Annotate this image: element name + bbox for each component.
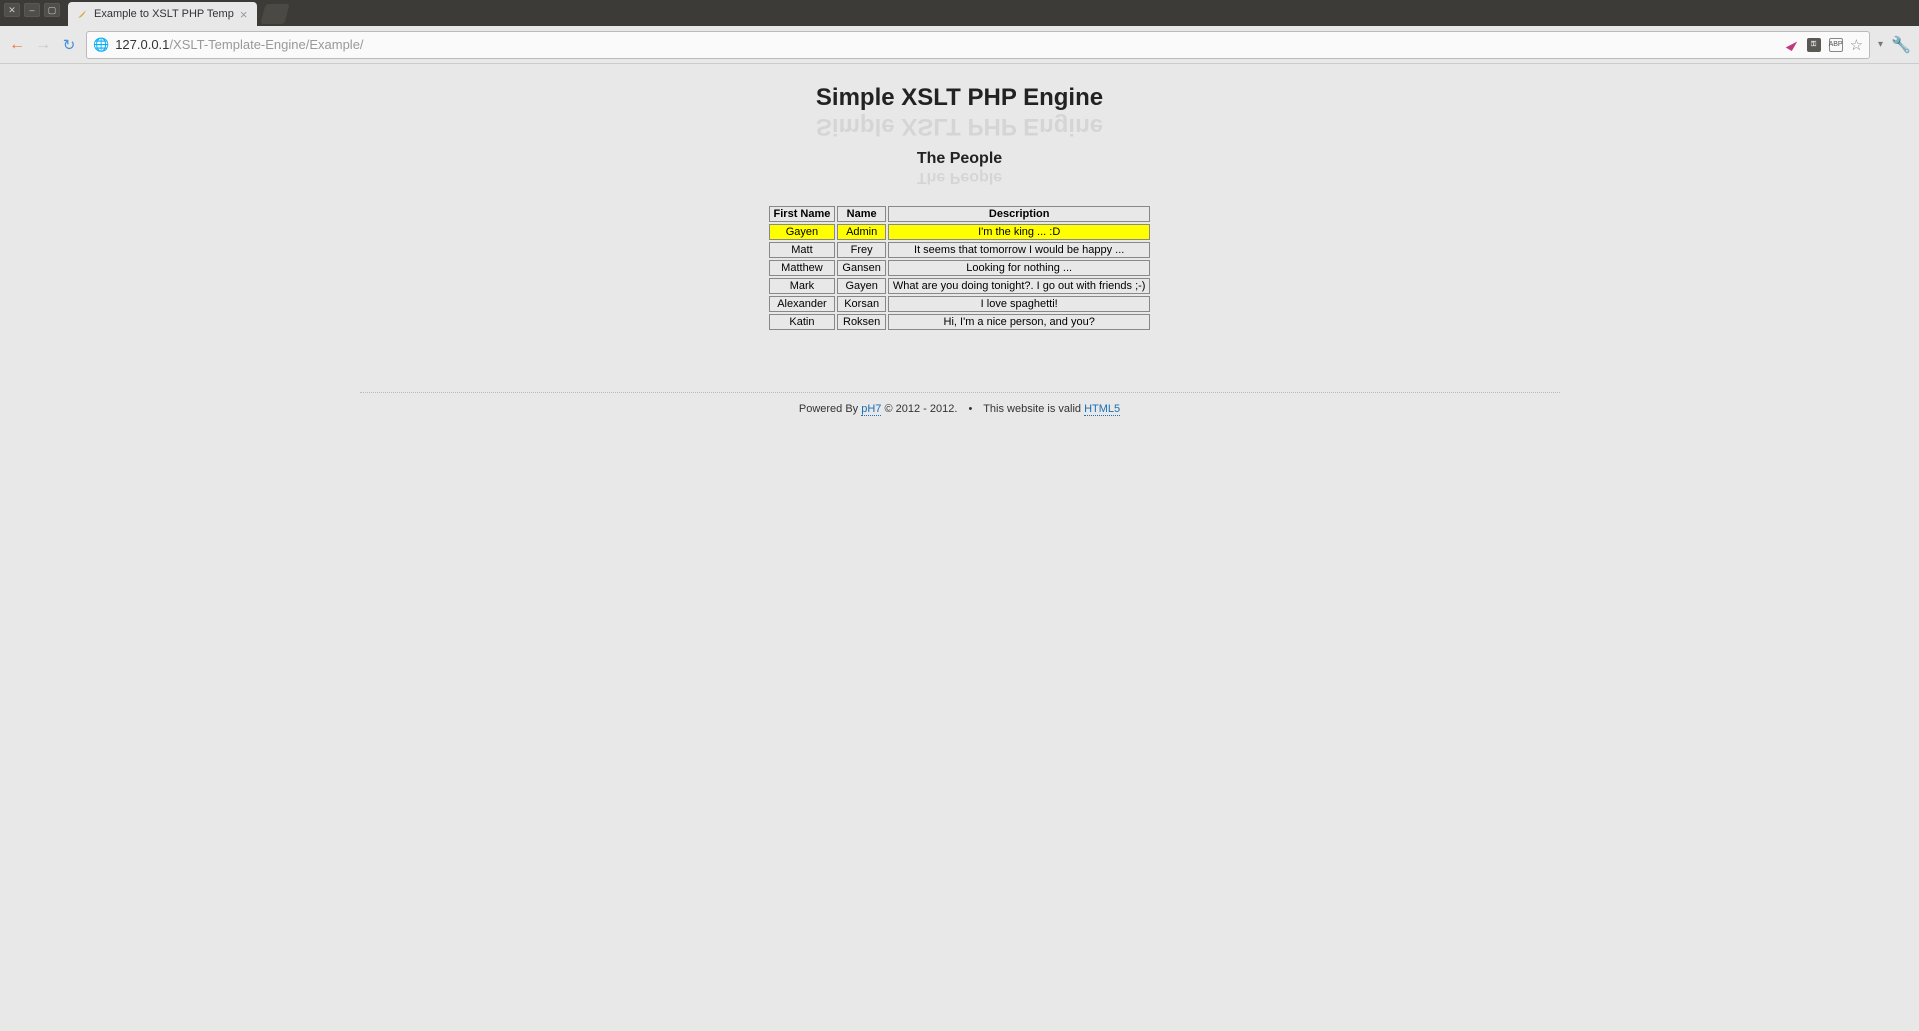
table-row: GayenAdminI'm the king ... :D (769, 224, 1151, 240)
window-maximize-button[interactable]: ▢ (44, 3, 60, 17)
col-description: Description (888, 206, 1151, 222)
table-body: GayenAdminI'm the king ... :DMattFreyIt … (769, 224, 1151, 330)
arrow-left-icon: ← (9, 36, 25, 54)
page-footer: Powered By pH7 © 2012 - 2012. • This web… (0, 403, 1919, 415)
table-cell: What are you doing tonight?. I go out wi… (888, 278, 1151, 294)
reload-icon: ↻ (63, 36, 76, 54)
extension-paint-icon[interactable] (1784, 37, 1800, 53)
extension-key-icon[interactable]: ⚿ (1806, 37, 1822, 53)
table-cell: Gayen (837, 278, 886, 294)
table-cell: Mark (769, 278, 836, 294)
globe-icon: 🌐 (93, 37, 109, 53)
footer-separator (360, 392, 1560, 393)
browser-tab-bar: ✕ – ▢ Example to XSLT PHP Temp × (0, 0, 1919, 26)
table-cell: Admin (837, 224, 886, 240)
window-controls: ✕ – ▢ (0, 0, 64, 20)
table-row: KatinRoksenHi, I'm a nice person, and yo… (769, 314, 1151, 330)
new-tab-button[interactable] (261, 4, 290, 24)
browser-tab[interactable]: Example to XSLT PHP Temp × (68, 2, 257, 26)
table-cell: Roksen (837, 314, 886, 330)
url-host: 127.0.0.1 (115, 37, 169, 52)
window-minimize-button[interactable]: – (24, 3, 40, 17)
col-name: Name (837, 206, 886, 222)
settings-wrench-icon[interactable]: 🔧 (1891, 35, 1911, 55)
page-subtitle: The People (917, 150, 1002, 168)
window-close-button[interactable]: ✕ (4, 3, 20, 17)
footer-valid-link[interactable]: HTML5 (1084, 403, 1120, 416)
table-row: AlexanderKorsanI love spaghetti! (769, 296, 1151, 312)
table-cell: Katin (769, 314, 836, 330)
table-cell: Frey (837, 242, 886, 258)
table-cell: Matt (769, 242, 836, 258)
footer-valid-prefix: This website is valid (983, 403, 1084, 415)
url-text: 127.0.0.1/XSLT-Template-Engine/Example/ (115, 37, 363, 52)
forward-button[interactable]: → (34, 36, 52, 54)
table-cell: Korsan (837, 296, 886, 312)
tab-title: Example to XSLT PHP Temp (94, 8, 234, 20)
bookmark-star-icon[interactable]: ☆ (1850, 36, 1863, 54)
extension-blocker-icon[interactable]: ABP (1828, 37, 1844, 53)
page-content: Simple XSLT PHP Engine The People First … (0, 64, 1919, 435)
table-cell: Gayen (769, 224, 836, 240)
footer-powered-link[interactable]: pH7 (861, 403, 881, 416)
url-path: /XSLT-Template-Engine/Example/ (169, 37, 363, 52)
table-cell: Matthew (769, 260, 836, 276)
page-title: Simple XSLT PHP Engine (816, 84, 1103, 112)
table-cell: Looking for nothing ... (888, 260, 1151, 276)
address-dropdown-icon[interactable]: ▾ (1878, 39, 1883, 50)
people-table: First Name Name Description GayenAdminI'… (767, 204, 1153, 332)
address-bar[interactable]: 🌐 127.0.0.1/XSLT-Template-Engine/Example… (86, 31, 1870, 59)
tab-close-icon[interactable]: × (240, 7, 248, 22)
table-row: MarkGayenWhat are you doing tonight?. I … (769, 278, 1151, 294)
table-cell: Gansen (837, 260, 886, 276)
table-cell: It seems that tomorrow I would be happy … (888, 242, 1151, 258)
table-row: MatthewGansenLooking for nothing ... (769, 260, 1151, 276)
table-cell: Hi, I'm a nice person, and you? (888, 314, 1151, 330)
col-first-name: First Name (769, 206, 836, 222)
footer-powered-prefix: Powered By (799, 403, 861, 415)
table-cell: Alexander (769, 296, 836, 312)
footer-bullet: • (968, 403, 972, 415)
footer-copyright: © 2012 - 2012. (881, 403, 957, 415)
page-favicon-icon (76, 8, 88, 20)
table-cell: I love spaghetti! (888, 296, 1151, 312)
table-row: MattFreyIt seems that tomorrow I would b… (769, 242, 1151, 258)
back-button[interactable]: ← (8, 36, 26, 54)
reload-button[interactable]: ↻ (60, 36, 78, 54)
arrow-right-icon: → (35, 36, 51, 54)
table-header-row: First Name Name Description (769, 206, 1151, 222)
browser-nav-toolbar: ← → ↻ 🌐 127.0.0.1/XSLT-Template-Engine/E… (0, 26, 1919, 64)
table-cell: I'm the king ... :D (888, 224, 1151, 240)
